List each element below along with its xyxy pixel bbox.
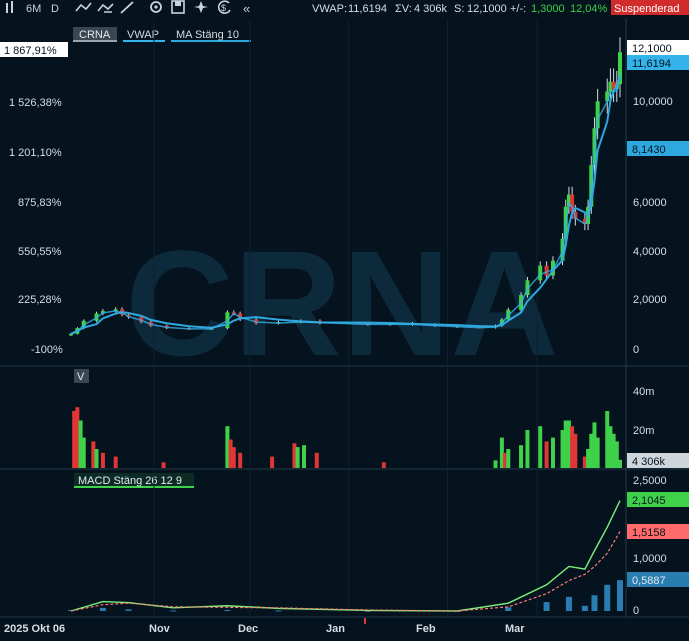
status-badge-label: Suspenderad [614, 3, 679, 15]
chart-svg: 6M D $ « VWAP: 11,6194 ΣV: 4 306k S: 12,… [0, 0, 689, 641]
left-axis-label: -100% [31, 344, 63, 356]
macd-legend: MACD Stäng 26 12 9 [74, 473, 194, 488]
volume-legend: V [74, 369, 89, 383]
volume-bar [161, 462, 166, 468]
volume-bar [550, 437, 555, 468]
right-axis-label: 6,0000 [633, 197, 667, 209]
chart-app: 6M D $ « VWAP: 11,6194 ΣV: 4 306k S: 12,… [0, 0, 689, 641]
change-label: +/-: [510, 3, 526, 15]
volume-bar [314, 452, 319, 468]
volume-bar [519, 445, 524, 468]
volume-bar [506, 449, 511, 468]
volume-bar [81, 437, 86, 468]
svg-text:$: $ [221, 3, 226, 13]
last-label: S: [454, 3, 464, 15]
x-axis-label: Nov [149, 623, 171, 635]
macd-tag-label: 2,1045 [632, 495, 666, 507]
volume-tag-label: 4 306k [632, 456, 666, 468]
volume-bar [618, 459, 622, 468]
macd-histogram-bar [505, 607, 512, 611]
hist-tag-label: 0,5887 [632, 575, 666, 587]
macd-histogram-bar [617, 580, 623, 611]
macd-histogram-bar [224, 609, 231, 611]
right-axis-label: 0 [633, 344, 639, 356]
macd-histogram-bar [591, 595, 598, 611]
volume-value: 4 306k [414, 3, 448, 15]
change-percent: 12,04% [570, 3, 608, 15]
volume-bar [381, 462, 386, 468]
interval-button[interactable]: D [51, 3, 59, 15]
change-value: 1,3000 [531, 3, 565, 15]
x-axis-label: Mar [505, 623, 525, 635]
left-axis-label: 550,55% [18, 246, 62, 258]
macd-histogram-bar [275, 610, 282, 612]
vwap-tag-label: 11,6194 [632, 58, 671, 70]
x-axis-label: Feb [416, 623, 436, 635]
macd-histogram-bar [581, 605, 588, 611]
x-axis-label: Dec [238, 623, 258, 635]
x-axis-marker [364, 618, 366, 624]
legend-label-crna: CRNA [79, 29, 111, 41]
volume-label: ΣV: [395, 3, 412, 15]
volume-bar [493, 460, 498, 468]
candle-body [538, 265, 543, 281]
volume-bar [295, 447, 300, 468]
volume-bar [538, 426, 543, 468]
volume-bar [595, 437, 600, 468]
legend-label-volume: V [77, 371, 85, 383]
volume-bar [231, 447, 236, 468]
left-axis-label: 1 201,10% [9, 147, 62, 159]
volume-bar [525, 430, 530, 468]
last-value: 12,1000 [467, 3, 507, 15]
volume-bar [573, 433, 578, 468]
x-axis-label: Jan [326, 623, 345, 635]
right-axis-label: 4,0000 [633, 246, 667, 258]
macd-histogram-bar [99, 607, 106, 611]
left-axis-label: 875,83% [18, 197, 62, 209]
macd-histogram-bar [604, 584, 611, 611]
right-axis-label: 2,0000 [633, 294, 667, 306]
period-button[interactable]: 6M [26, 3, 41, 15]
volume-axis-label: 40m [633, 386, 654, 398]
signal-tag-label: 1,5158 [632, 527, 666, 539]
volume-bar [100, 452, 105, 468]
macd-histogram-bar [565, 596, 572, 611]
macd-axis-label: 2,5000 [633, 475, 667, 487]
left-axis-label: 1 867,91% [4, 45, 57, 57]
volume-axis-label: 20m [633, 425, 654, 437]
legend-label-macd: MACD Stäng 26 12 9 [78, 475, 182, 487]
ticker-watermark: CRNA [125, 219, 558, 387]
x-axis-label: 2025 Okt 06 [4, 623, 65, 635]
macd-histogram-bar [543, 602, 550, 611]
volume-bar [238, 452, 243, 468]
last-price-tag-label: 12,1000 [632, 43, 672, 55]
volume-bar [270, 456, 275, 468]
volume-bar [544, 441, 549, 468]
volume-bar [302, 445, 307, 468]
macd-histogram-bar [125, 609, 132, 611]
vwap-value: 11,6194 [348, 3, 387, 15]
left-axis-label: 225,28% [18, 294, 62, 306]
volume-bar [94, 449, 99, 468]
collapse-icon[interactable]: « [243, 1, 250, 16]
vwap-label: VWAP: [312, 3, 347, 15]
legend-label-ma: MA Stäng 10 [176, 29, 239, 41]
macd-axis-label: 1,0000 [633, 553, 667, 565]
candle-body [544, 265, 549, 276]
left-axis-label: 1 526,38% [9, 97, 62, 109]
right-axis-label: 10,0000 [633, 96, 673, 108]
ma-tag-label: 8,1430 [632, 144, 666, 156]
macd-histogram-bar [170, 610, 177, 612]
volume-bar [113, 456, 118, 468]
macd-axis-label: 0 [633, 605, 639, 617]
